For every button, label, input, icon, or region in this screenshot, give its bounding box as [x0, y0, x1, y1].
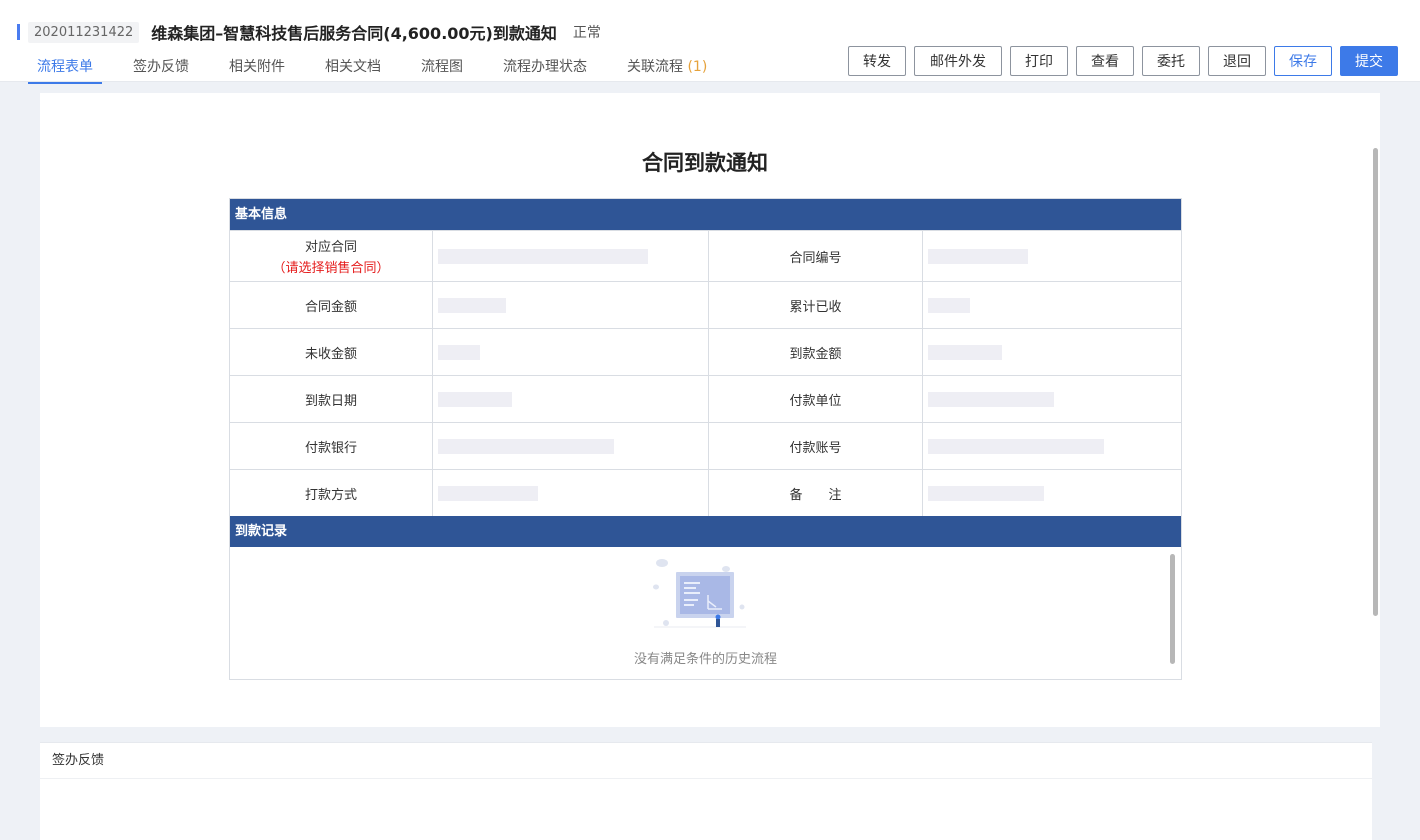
label-uncollected-amount: 未收金额: [304, 346, 357, 362]
label-payment-account: 付款账号: [789, 440, 842, 456]
records-empty-state: 没有满足条件的历史流程: [230, 547, 1181, 679]
contract-field[interactable]: [433, 231, 709, 281]
uncollected-amount-field[interactable]: [433, 329, 709, 375]
tab-flow-status[interactable]: 流程办理状态: [494, 46, 596, 84]
form-title: 合同到款通知: [642, 151, 768, 175]
tab-label: 流程表单: [37, 59, 93, 75]
field-label: 到款金额: [709, 329, 923, 375]
empty-illustration-icon: [653, 559, 746, 628]
tab-label: 关联流程: [627, 59, 683, 75]
payer-field[interactable]: [923, 376, 1181, 422]
title-accent-bar: [17, 24, 20, 40]
label-contract-no: 合同编号: [789, 250, 842, 266]
submit-button[interactable]: 提交: [1340, 46, 1398, 76]
section-basic-info: 基本信息: [230, 199, 1181, 230]
tab-flowchart[interactable]: 流程图: [412, 46, 472, 84]
remarks-field[interactable]: [923, 470, 1181, 516]
tab-label: 相关文档: [325, 59, 381, 75]
field-label: 合同编号: [709, 231, 923, 281]
form-row: 未收金额 到款金额: [230, 328, 1181, 375]
value-placeholder: [928, 344, 1002, 360]
payment-account-field[interactable]: [923, 423, 1181, 469]
form-row: 付款银行 付款账号: [230, 422, 1181, 469]
arrival-amount-field[interactable]: [923, 329, 1181, 375]
form-row: 对应合同 （请选择销售合同） 合同编号: [230, 230, 1181, 281]
email-out-button[interactable]: 邮件外发: [914, 46, 1002, 76]
field-label: 打款方式: [230, 470, 433, 516]
tab-label: 相关附件: [229, 59, 285, 75]
form-row: 到款日期 付款单位: [230, 375, 1181, 422]
payment-method-field[interactable]: [433, 470, 709, 516]
value-placeholder: [438, 297, 506, 313]
field-label: 未收金额: [230, 329, 433, 375]
field-label: 备 注: [709, 470, 923, 516]
form-row: 合同金额 累计已收: [230, 281, 1181, 328]
tab-linked-flows[interactable]: 关联流程 (1): [618, 46, 716, 84]
value-placeholder: [438, 344, 480, 360]
title-row: 202011231422 维森集团–智慧科技售后服务合同(4,600.00元)到…: [17, 20, 601, 44]
value-placeholder: [438, 391, 512, 407]
field-label: 到款日期: [230, 376, 433, 422]
top-bar: 202011231422 维森集团–智慧科技售后服务合同(4,600.00元)到…: [0, 0, 1420, 84]
field-label: 累计已收: [709, 282, 923, 328]
label-arrival-amount: 到款金额: [789, 346, 842, 362]
feedback-panel-title: 签办反馈: [40, 743, 1372, 779]
section-arrival-records: 到款记录: [230, 516, 1181, 547]
return-button[interactable]: 退回: [1208, 46, 1266, 76]
payment-bank-field[interactable]: [433, 423, 709, 469]
tab-flow-form[interactable]: 流程表单: [28, 46, 102, 84]
form-grid: 基本信息 对应合同 （请选择销售合同） 合同编号 合同金额 累计已收 未收金额 …: [229, 198, 1182, 680]
label-remarks: 备 注: [789, 487, 842, 503]
page-title: 维森集团–智慧科技售后服务合同(4,600.00元)到款通知: [151, 24, 557, 43]
value-placeholder: [928, 485, 1044, 501]
print-button[interactable]: 打印: [1010, 46, 1068, 76]
label-total-received: 累计已收: [789, 299, 842, 315]
tab-label: 流程图: [421, 59, 463, 75]
page-scrollbar[interactable]: [1373, 148, 1378, 616]
value-placeholder: [438, 438, 614, 454]
form-row: 打款方式 备 注: [230, 469, 1181, 516]
request-id-badge: 202011231422: [28, 21, 140, 43]
label-contract: 对应合同: [304, 240, 357, 255]
label-payment-bank: 付款银行: [304, 440, 357, 456]
form-sheet: 合同到款通知 基本信息 对应合同 （请选择销售合同） 合同编号 合同金额 累计已…: [40, 93, 1380, 727]
contract-no-field[interactable]: [923, 231, 1181, 281]
required-hint: （请选择销售合同）: [272, 261, 390, 276]
forward-button[interactable]: 转发: [848, 46, 906, 76]
field-label: 付款账号: [709, 423, 923, 469]
label-payment-method: 打款方式: [304, 487, 357, 503]
field-label: 合同金额: [230, 282, 433, 328]
tab-related-docs[interactable]: 相关文档: [316, 46, 390, 84]
arrival-date-field[interactable]: [433, 376, 709, 422]
records-scrollbar[interactable]: [1170, 554, 1175, 664]
value-placeholder: [928, 391, 1054, 407]
empty-state-text: 没有满足条件的历史流程: [633, 652, 777, 667]
value-placeholder: [928, 248, 1028, 264]
status-text: 正常: [572, 25, 601, 41]
total-received-field[interactable]: [923, 282, 1181, 328]
tab-label: 签办反馈: [133, 59, 189, 75]
field-label: 付款银行: [230, 423, 433, 469]
feedback-panel: 签办反馈: [40, 742, 1372, 840]
tab-count-badge: (1): [687, 59, 708, 75]
action-toolbar: 转发 邮件外发 打印 查看 委托 退回 保存 提交: [840, 46, 1398, 76]
field-label: 付款单位: [709, 376, 923, 422]
tab-attachments[interactable]: 相关附件: [220, 46, 294, 84]
value-placeholder: [928, 438, 1104, 454]
label-payer: 付款单位: [789, 393, 842, 409]
tab-bar: 流程表单 签办反馈 相关附件 相关文档 流程图 流程办理状态 关联流程 (1): [28, 46, 738, 84]
entrust-button[interactable]: 委托: [1142, 46, 1200, 76]
tab-label: 流程办理状态: [503, 59, 587, 75]
tab-feedback[interactable]: 签办反馈: [124, 46, 198, 84]
save-button[interactable]: 保存: [1274, 46, 1332, 76]
value-placeholder: [928, 297, 970, 313]
view-button[interactable]: 查看: [1076, 46, 1134, 76]
value-placeholder: [438, 485, 538, 501]
value-placeholder: [438, 248, 648, 264]
label-contract-amount: 合同金额: [304, 299, 357, 315]
field-label: 对应合同 （请选择销售合同）: [230, 231, 433, 281]
contract-amount-field[interactable]: [433, 282, 709, 328]
label-arrival-date: 到款日期: [304, 393, 357, 409]
